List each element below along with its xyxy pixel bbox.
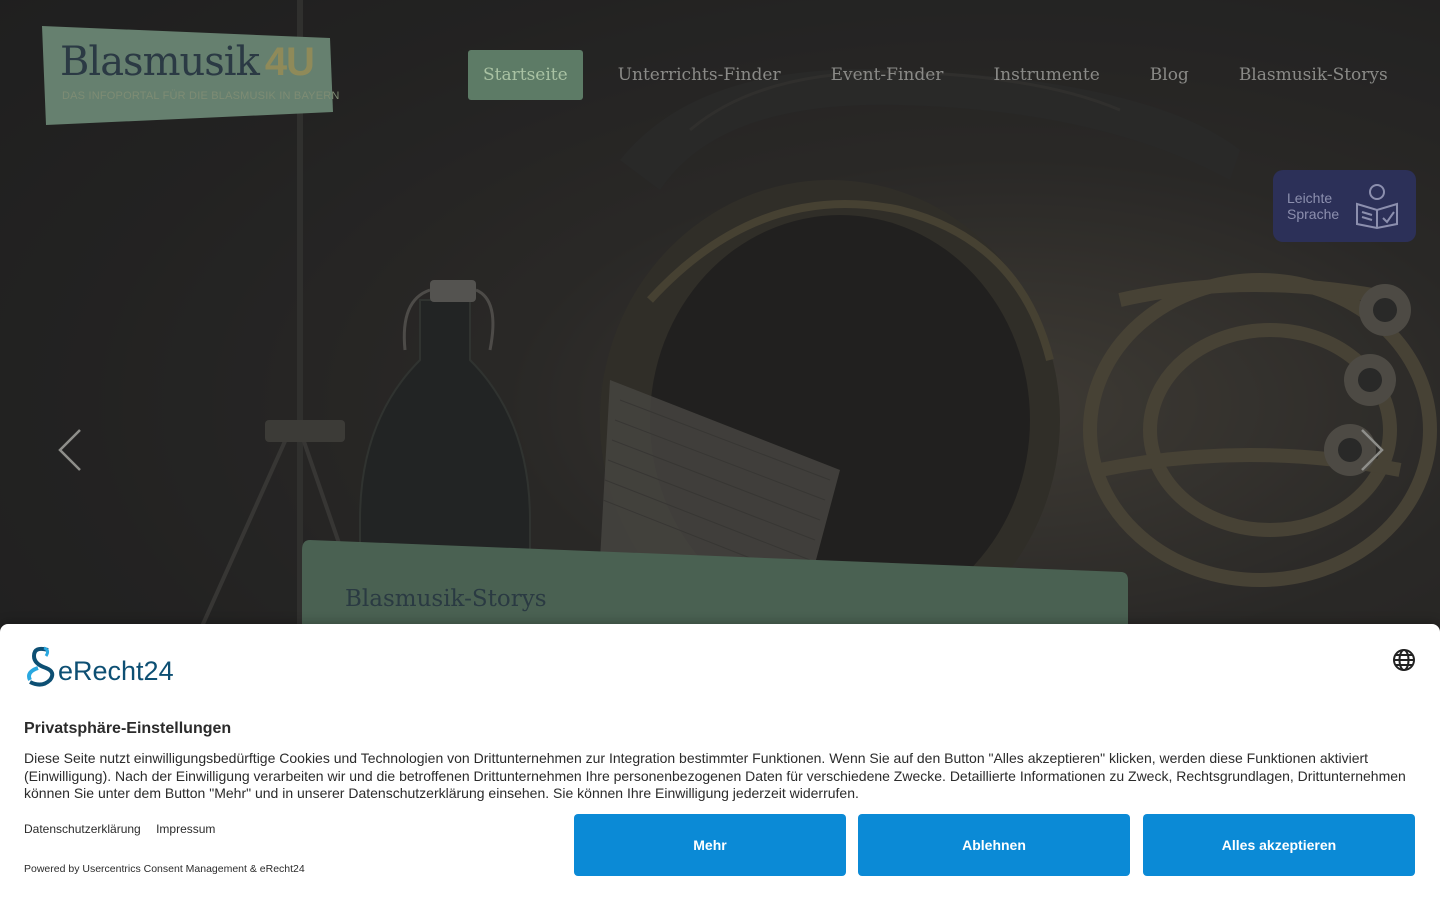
consent-title: Privatsphäre-Einstellungen [24, 720, 232, 737]
easy-language-button[interactable]: Leichte Sprache [1273, 170, 1416, 242]
deny-button[interactable]: Ablehnen [858, 814, 1130, 876]
accept-all-button[interactable]: Alles akzeptieren [1143, 814, 1415, 876]
chevron-left-icon[interactable] [56, 428, 86, 472]
nav-item-unterrichts-finder[interactable]: Unterrichts-Finder [603, 50, 796, 100]
chevron-right-icon[interactable] [1356, 428, 1386, 472]
logo-accent: 4U [264, 40, 315, 84]
nav-item-event-finder[interactable]: Event-Finder [816, 50, 959, 100]
nav-item-blog[interactable]: Blog [1135, 50, 1204, 100]
erecht24-logo: eRecht24 [24, 646, 194, 688]
more-button[interactable]: Mehr [574, 814, 846, 876]
erecht24-brand: eRecht24 [58, 656, 174, 686]
consent-description: Diese Seite nutzt einwilligungsbedürftig… [24, 750, 1406, 801]
nav-item-instrumente[interactable]: Instrumente [978, 50, 1114, 100]
logo-name: Blasmusik [60, 39, 260, 85]
easy-language-label: Leichte Sprache [1287, 190, 1347, 222]
nav-item-startseite[interactable]: Startseite [468, 50, 583, 100]
logo-wordmark: Blasmusik 4U [60, 39, 315, 85]
easy-language-line1: Leichte [1287, 190, 1333, 206]
consent-links: Datenschutzerklärung Impressum [24, 822, 227, 836]
globe-icon[interactable] [1392, 648, 1416, 672]
imprint-link[interactable]: Impressum [156, 822, 215, 836]
erecht24-symbol-icon [27, 646, 55, 687]
slide-caption-title: Blasmusik-Storys [345, 586, 547, 612]
easy-language-line2: Sprache [1287, 206, 1340, 222]
cookie-consent-banner: eRecht24 Privatsphäre-Einstellungen Dies… [0, 624, 1440, 900]
powered-by-text: Powered by Usercentrics Consent Manageme… [24, 863, 305, 875]
nav-item-blasmusik-storys[interactable]: Blasmusik-Storys [1224, 50, 1403, 100]
main-navigation: Startseite Unterrichts-Finder Event-Find… [468, 50, 1403, 100]
site-logo[interactable]: Blasmusik 4U DAS INFOPORTAL FÜR DIE BLASM… [40, 24, 339, 125]
privacy-policy-link[interactable]: Datenschutzerklärung [24, 822, 141, 836]
reading-person-icon [1356, 184, 1398, 230]
logo-tagline: DAS INFOPORTAL FÜR DIE BLASMUSIK IN BAYE… [62, 90, 340, 102]
